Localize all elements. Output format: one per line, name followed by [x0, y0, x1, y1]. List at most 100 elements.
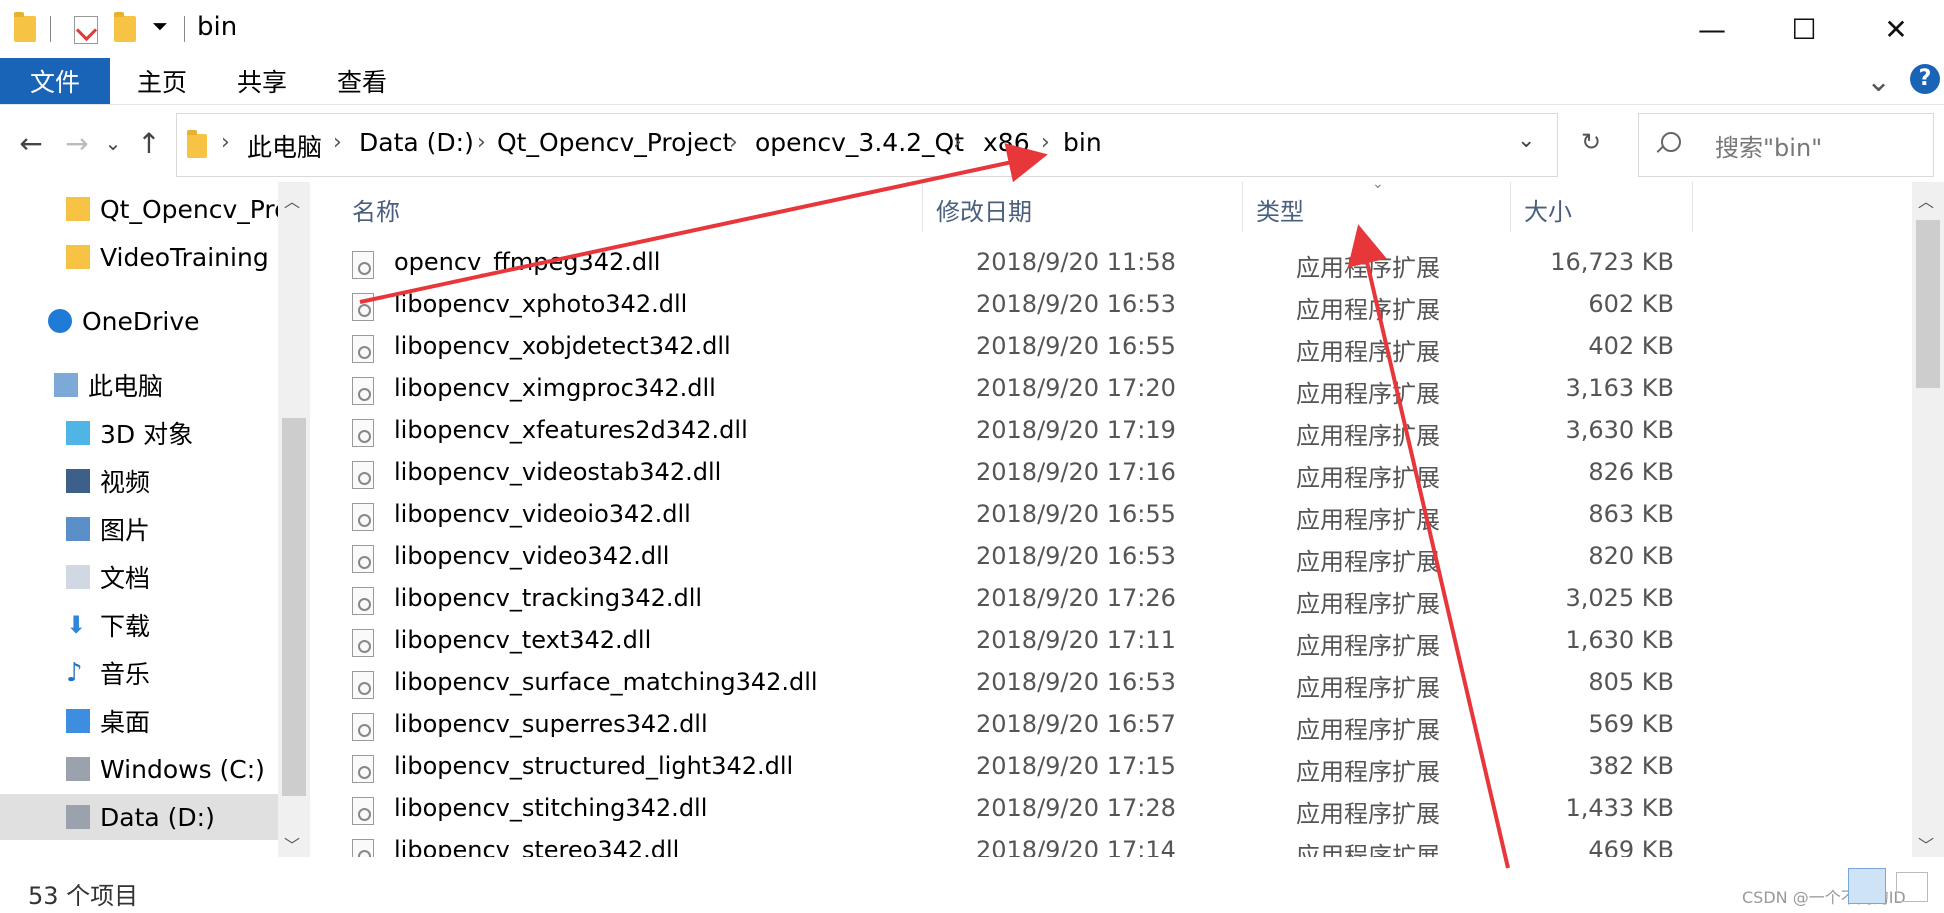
scroll-down-icon[interactable]: ﹀: [284, 832, 300, 856]
sidebar-item-label: 图片: [100, 516, 151, 545]
file-modified-date: 2018/9/20 16:53: [976, 290, 1176, 318]
file-name: libopencv_xobjdetect342.dll: [394, 332, 731, 360]
file-modified-date: 2018/9/20 11:58: [976, 248, 1176, 276]
breadcrumb-separator[interactable]: ›: [729, 130, 738, 155]
music-icon: ♪: [66, 658, 83, 688]
tab-file[interactable]: 文件: [0, 58, 110, 104]
breadcrumb-separator[interactable]: ›: [221, 130, 230, 155]
table-row[interactable]: libopencv_structured_light342.dll 2018/9/…: [352, 748, 1912, 790]
computer-icon: [54, 373, 78, 397]
address-history-dropdown[interactable]: ⌄: [1517, 128, 1535, 153]
file-name: libopencv_xfeatures2d342.dll: [394, 416, 748, 444]
table-row[interactable]: libopencv_surface_matching342.dll 2018/9/…: [352, 664, 1912, 706]
address-bar[interactable]: › 此电脑 › Data (D:) › Qt_Opencv_Project › …: [176, 113, 1601, 177]
file-modified-date: 2018/9/20 16:53: [976, 668, 1176, 696]
close-button[interactable]: ✕: [1850, 0, 1942, 58]
column-divider[interactable]: [1242, 182, 1243, 232]
file-modified-date: 2018/9/20 17:15: [976, 752, 1176, 780]
forward-button[interactable]: →: [60, 123, 94, 163]
table-row[interactable]: libopencv_xphoto342.dll 2018/9/20 16:53 应用…: [352, 286, 1912, 328]
scroll-up-icon[interactable]: ︿: [1918, 188, 1934, 212]
breadcrumb-separator[interactable]: ›: [953, 130, 962, 155]
file-name: libopencv_tracking342.dll: [394, 584, 703, 612]
sidebar-item[interactable]: VideoTraining: [0, 234, 278, 280]
scroll-up-icon[interactable]: ︿: [284, 188, 300, 212]
minimize-button[interactable]: —: [1666, 0, 1758, 58]
file-list-scrollbar-thumb[interactable]: [1916, 220, 1940, 388]
breadcrumb-qt-opencv-project[interactable]: Qt_Opencv_Project: [497, 128, 732, 157]
search-input[interactable]: 搜索"bin": [1638, 113, 1934, 177]
table-row[interactable]: libopencv_text342.dll 2018/9/20 17:11 应用程序…: [352, 622, 1912, 664]
sidebar-item[interactable]: 桌面: [0, 698, 278, 744]
refresh-button[interactable]: ↻: [1581, 128, 1601, 156]
sidebar-item[interactable]: ♪ 音乐: [0, 650, 278, 696]
table-row[interactable]: libopencv_stereo342.dll 2018/9/20 17:14 应用…: [352, 832, 1912, 857]
sidebar-item-label: 音乐: [100, 660, 151, 689]
file-size: 3,163 KB: [1565, 374, 1674, 402]
breadcrumb-x86[interactable]: x86: [983, 128, 1030, 157]
large-icons-view-button[interactable]: [1896, 872, 1928, 902]
column-divider[interactable]: [922, 182, 923, 232]
picture-icon: [66, 517, 90, 541]
column-header-date[interactable]: 修改日期: [936, 192, 1032, 227]
dll-file-icon: [352, 755, 374, 783]
table-row[interactable]: libopencv_tracking342.dll 2018/9/20 17:26…: [352, 580, 1912, 622]
ribbon-expand-icon[interactable]: ⌄: [1866, 64, 1891, 99]
back-button[interactable]: ←: [14, 123, 48, 163]
file-size: 863 KB: [1588, 500, 1674, 528]
tab-home[interactable]: 主页: [122, 58, 202, 104]
table-row[interactable]: libopencv_superres342.dll 2018/9/20 16:57…: [352, 706, 1912, 748]
divider: [1557, 114, 1558, 176]
file-modified-date: 2018/9/20 17:16: [976, 458, 1176, 486]
nav-scrollbar-thumb[interactable]: [282, 418, 306, 796]
details-view-button[interactable]: [1848, 868, 1886, 904]
breadcrumb-bin[interactable]: bin: [1063, 128, 1102, 157]
column-header-type[interactable]: 类型: [1256, 192, 1304, 227]
table-row[interactable]: libopencv_videoio342.dll 2018/9/20 16:55 应…: [352, 496, 1912, 538]
breadcrumb-opencv-3-4-2-qt[interactable]: opencv_3.4.2_Qt: [755, 128, 964, 157]
sidebar-item[interactable]: ⬇ 下载: [0, 602, 278, 648]
breadcrumb-separator[interactable]: ›: [477, 130, 486, 155]
table-row[interactable]: libopencv_xfeatures2d342.dll 2018/9/20 17…: [352, 412, 1912, 454]
sidebar-item[interactable]: 图片: [0, 506, 278, 552]
table-row[interactable]: libopencv_ximgproc342.dll 2018/9/20 17:20…: [352, 370, 1912, 412]
sidebar-item[interactable]: 此电脑: [0, 362, 278, 408]
maximize-button[interactable]: ☐: [1758, 0, 1850, 58]
new-folder-icon[interactable]: [114, 12, 136, 42]
up-button[interactable]: ↑: [132, 123, 166, 163]
breadcrumb-data-d[interactable]: Data (D:): [359, 128, 474, 157]
sidebar-item[interactable]: Data (D:): [0, 794, 278, 840]
tab-view[interactable]: 查看: [322, 58, 402, 104]
folder-icon: [14, 12, 36, 42]
column-header-size[interactable]: 大小: [1524, 192, 1572, 227]
column-divider[interactable]: [1692, 182, 1693, 232]
tab-share[interactable]: 共享: [222, 58, 302, 104]
customize-toolbar-icon[interactable]: ⏷: [152, 14, 168, 38]
properties-icon[interactable]: [74, 16, 98, 44]
sidebar-item[interactable]: OneDrive: [0, 298, 278, 344]
breadcrumb-this-pc[interactable]: 此电脑: [247, 128, 322, 164]
column-header-name[interactable]: 名称: [352, 192, 400, 227]
sidebar-item[interactable]: 3D 对象: [0, 410, 278, 456]
scroll-down-icon[interactable]: ﹀: [1918, 832, 1934, 856]
table-row[interactable]: opencv_ffmpeg342.dll 2018/9/20 11:58 应用程序扩…: [352, 244, 1912, 286]
table-row[interactable]: libopencv_video342.dll 2018/9/20 16:53 应用程…: [352, 538, 1912, 580]
table-row[interactable]: libopencv_stitching342.dll 2018/9/20 17:2…: [352, 790, 1912, 832]
table-row[interactable]: libopencv_xobjdetect342.dll 2018/9/20 16:…: [352, 328, 1912, 370]
column-divider[interactable]: [1510, 182, 1511, 232]
help-icon[interactable]: ?: [1910, 64, 1940, 94]
sidebar-item-label: Windows (C:): [100, 754, 265, 784]
sidebar-item[interactable]: Qt_Opencv_Pro: [0, 186, 278, 232]
file-size: 820 KB: [1588, 542, 1674, 570]
sidebar-item[interactable]: 视频: [0, 458, 278, 504]
breadcrumb-separator[interactable]: ›: [333, 130, 342, 155]
table-row[interactable]: libopencv_videostab342.dll 2018/9/20 17:1…: [352, 454, 1912, 496]
sidebar-item[interactable]: Windows (C:): [0, 746, 278, 792]
dll-file-icon: [352, 419, 374, 447]
sidebar-item[interactable]: 文档: [0, 554, 278, 600]
breadcrumb-separator[interactable]: ›: [1041, 130, 1050, 155]
sidebar-item-label: Qt_Opencv_Pro: [100, 194, 278, 224]
file-name: libopencv_surface_matching342.dll: [394, 668, 818, 696]
recent-locations-button[interactable]: ⌄: [96, 123, 130, 163]
file-size: 469 KB: [1588, 836, 1674, 857]
